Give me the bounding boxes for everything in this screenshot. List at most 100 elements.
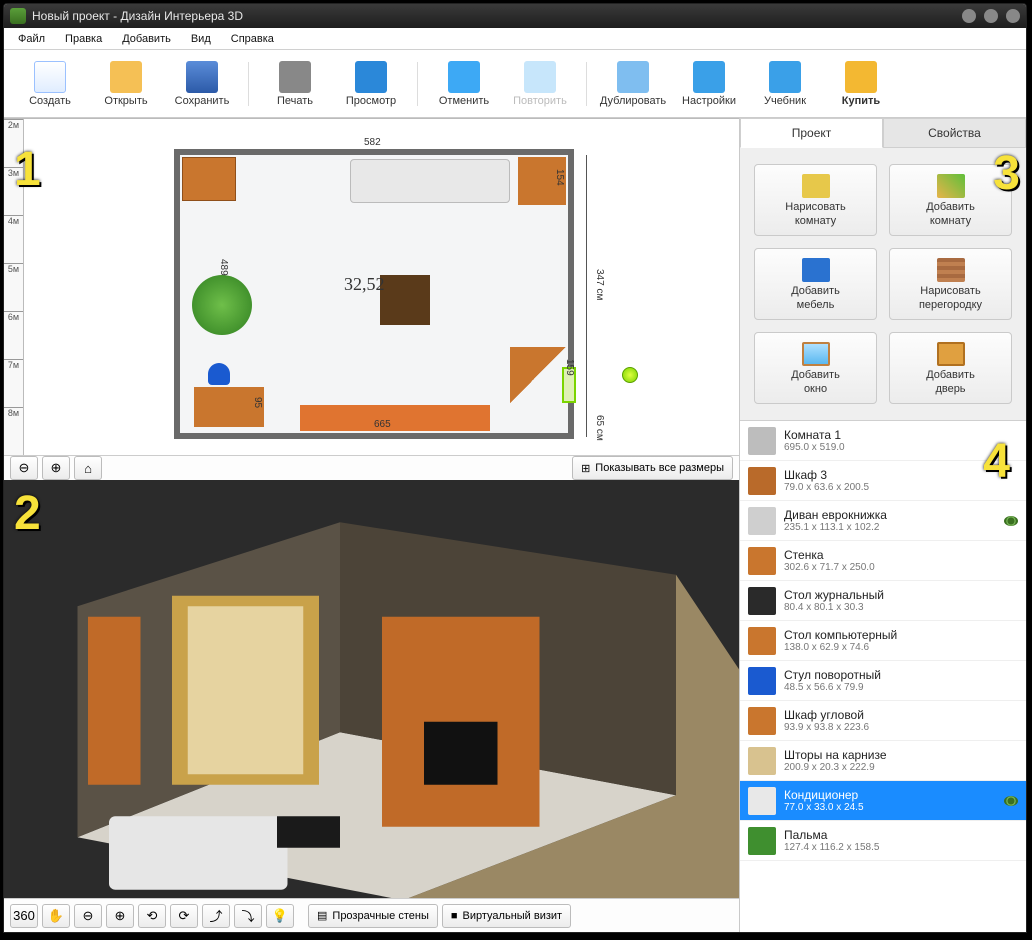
print-button[interactable]: Печать <box>259 54 331 114</box>
item-dims: 695.0 x 519.0 <box>784 442 1018 453</box>
scene-list[interactable]: Комната 1 695.0 x 519.0 Шкаф 3 79.0 x 63… <box>740 420 1026 932</box>
plan-sofa[interactable] <box>350 159 510 203</box>
plan-coffee-table[interactable] <box>380 275 430 325</box>
home-button[interactable]: ⌂ <box>74 456 102 480</box>
scene-item[interactable]: Стул поворотный 48.5 x 56.6 x 79.9 <box>740 661 1026 701</box>
item-thumb <box>748 787 776 815</box>
plan-canvas[interactable]: 582 347 см 154 665 95 489 159 65 см 32,5… <box>24 119 739 455</box>
item-thumb <box>748 667 776 695</box>
tilt-down-button[interactable]: ⤵ <box>234 904 262 928</box>
dim-plant: 489 <box>218 259 229 276</box>
dim-top: 582 <box>364 137 381 148</box>
add-room-icon <box>937 174 965 198</box>
scene-item[interactable]: Комната 1 695.0 x 519.0 <box>740 421 1026 461</box>
room-area-label: 32,52 <box>344 274 385 295</box>
add-window-button[interactable]: Добавить окно <box>754 332 877 404</box>
item-dims: 302.6 x 71.7 x 250.0 <box>784 562 1018 573</box>
buy-button[interactable]: Купить <box>825 54 897 114</box>
item-dims: 79.0 x 63.6 x 200.5 <box>784 482 1018 493</box>
transparent-walls-button[interactable]: ▤Прозрачные стены <box>308 904 438 928</box>
plan-wall-unit[interactable] <box>300 405 490 431</box>
open-button[interactable]: Открыть <box>90 54 162 114</box>
new-icon <box>34 61 66 93</box>
wall-icon: ▤ <box>317 909 327 922</box>
scene-item[interactable]: Стенка 302.6 x 71.7 x 250.0 <box>740 541 1026 581</box>
show-all-sizes-button[interactable]: ⊞Показывать все размеры <box>572 456 733 480</box>
scene-item[interactable]: Диван еврокнижка 235.1 x 113.1 x 102.2 <box>740 501 1026 541</box>
pan-button[interactable]: ✋ <box>42 904 70 928</box>
ruler-tick: 3м <box>4 167 23 215</box>
add-room-button[interactable]: Добавить комнату <box>889 164 1012 236</box>
ruler-tick: 4м <box>4 215 23 263</box>
item-name: Кондиционер <box>784 788 1000 802</box>
tutorial-button[interactable]: Учебник <box>749 54 821 114</box>
printer-icon <box>279 61 311 93</box>
scene-item[interactable]: Стол компьютерный 138.0 x 62.9 x 74.6 <box>740 621 1026 661</box>
maximize-button[interactable] <box>984 9 998 23</box>
item-dims: 127.4 x 116.2 x 158.5 <box>784 842 1018 853</box>
monitor-icon <box>355 61 387 93</box>
zoom-in-3d-button[interactable]: ⊕ <box>106 904 134 928</box>
undo-button[interactable]: Отменить <box>428 54 500 114</box>
tab-project[interactable]: Проект <box>740 118 883 148</box>
zoom-out-3d-button[interactable]: ⊖ <box>74 904 102 928</box>
window-title: Новый проект - Дизайн Интерьера 3D <box>32 9 243 23</box>
scene-item[interactable]: Кондиционер 77.0 x 33.0 x 24.5 <box>740 781 1026 821</box>
rotate360-button[interactable]: 360 <box>10 904 38 928</box>
zoom-out-button[interactable]: ⊖ <box>10 456 38 480</box>
visibility-eye-icon[interactable] <box>1004 796 1018 806</box>
lighting-button[interactable]: 💡 <box>266 904 294 928</box>
zoom-in-button[interactable]: ⊕ <box>42 456 70 480</box>
armchair-icon <box>802 258 830 282</box>
preview-button[interactable]: Просмотр <box>335 54 407 114</box>
item-thumb <box>748 827 776 855</box>
item-dims: 48.5 x 56.6 x 79.9 <box>784 682 1018 693</box>
rotate-left-button[interactable]: ⟲ <box>138 904 166 928</box>
item-name: Стол журнальный <box>784 588 1018 602</box>
dim-bottom: 665 <box>374 419 391 430</box>
item-name: Стол компьютерный <box>784 628 1018 642</box>
menu-edit[interactable]: Правка <box>55 30 112 48</box>
tilt-up-button[interactable]: ⤴ <box>202 904 230 928</box>
scene-item[interactable]: Пальма 127.4 x 116.2 x 158.5 <box>740 821 1026 861</box>
add-door-button[interactable]: Добавить дверь <box>889 332 1012 404</box>
app-icon <box>10 8 26 24</box>
draw-partition-button[interactable]: Нарисовать перегородку <box>889 248 1012 320</box>
item-thumb <box>748 547 776 575</box>
close-button[interactable] <box>1006 9 1020 23</box>
scene-item[interactable]: Шкаф угловой 93.9 x 93.8 x 223.6 <box>740 701 1026 741</box>
menu-view[interactable]: Вид <box>181 30 221 48</box>
menu-add[interactable]: Добавить <box>112 30 181 48</box>
plan-chair[interactable] <box>208 363 230 385</box>
rotate-right-button[interactable]: ⟳ <box>170 904 198 928</box>
ruler-tick: 2м <box>4 119 23 167</box>
create-button[interactable]: Создать <box>14 54 86 114</box>
plan-wardrobe[interactable] <box>182 157 236 201</box>
draw-room-button[interactable]: Нарисовать комнату <box>754 164 877 236</box>
pencil-icon <box>802 174 830 198</box>
view-3d-area[interactable]: 2 <box>4 480 739 932</box>
view3d-svg <box>4 480 739 932</box>
add-furniture-button[interactable]: Добавить мебель <box>754 248 877 320</box>
scene-item[interactable]: Шкаф 3 79.0 x 63.6 x 200.5 <box>740 461 1026 501</box>
plan-palm[interactable] <box>192 275 252 335</box>
plan-corner-wardrobe-2[interactable] <box>510 347 566 403</box>
item-thumb <box>748 707 776 735</box>
minimize-button[interactable] <box>962 9 976 23</box>
visibility-eye-icon[interactable] <box>1004 516 1018 526</box>
plan-2d-area[interactable]: 1 м3м4м5м6м7м8м9м10м11м12м13м14м 2м3м4м5… <box>4 118 739 480</box>
settings-button[interactable]: Настройки <box>673 54 745 114</box>
item-thumb <box>748 467 776 495</box>
duplicate-button[interactable]: Дублировать <box>597 54 669 114</box>
scene-item[interactable]: Шторы на карнизе 200.9 x 20.3 x 222.9 <box>740 741 1026 781</box>
view3d-stage[interactable] <box>4 480 739 932</box>
scene-item[interactable]: Стол журнальный 80.4 x 80.1 x 30.3 <box>740 581 1026 621</box>
menu-file[interactable]: Файл <box>8 30 55 48</box>
duplicate-icon <box>617 61 649 93</box>
tab-properties[interactable]: Свойства <box>883 118 1026 148</box>
redo-button[interactable]: Повторить <box>504 54 576 114</box>
save-button[interactable]: Сохранить <box>166 54 238 114</box>
virtual-visit-button[interactable]: ■Виртуальный визит <box>442 904 571 928</box>
menu-help[interactable]: Справка <box>221 30 284 48</box>
selection-handle[interactable] <box>622 367 638 383</box>
